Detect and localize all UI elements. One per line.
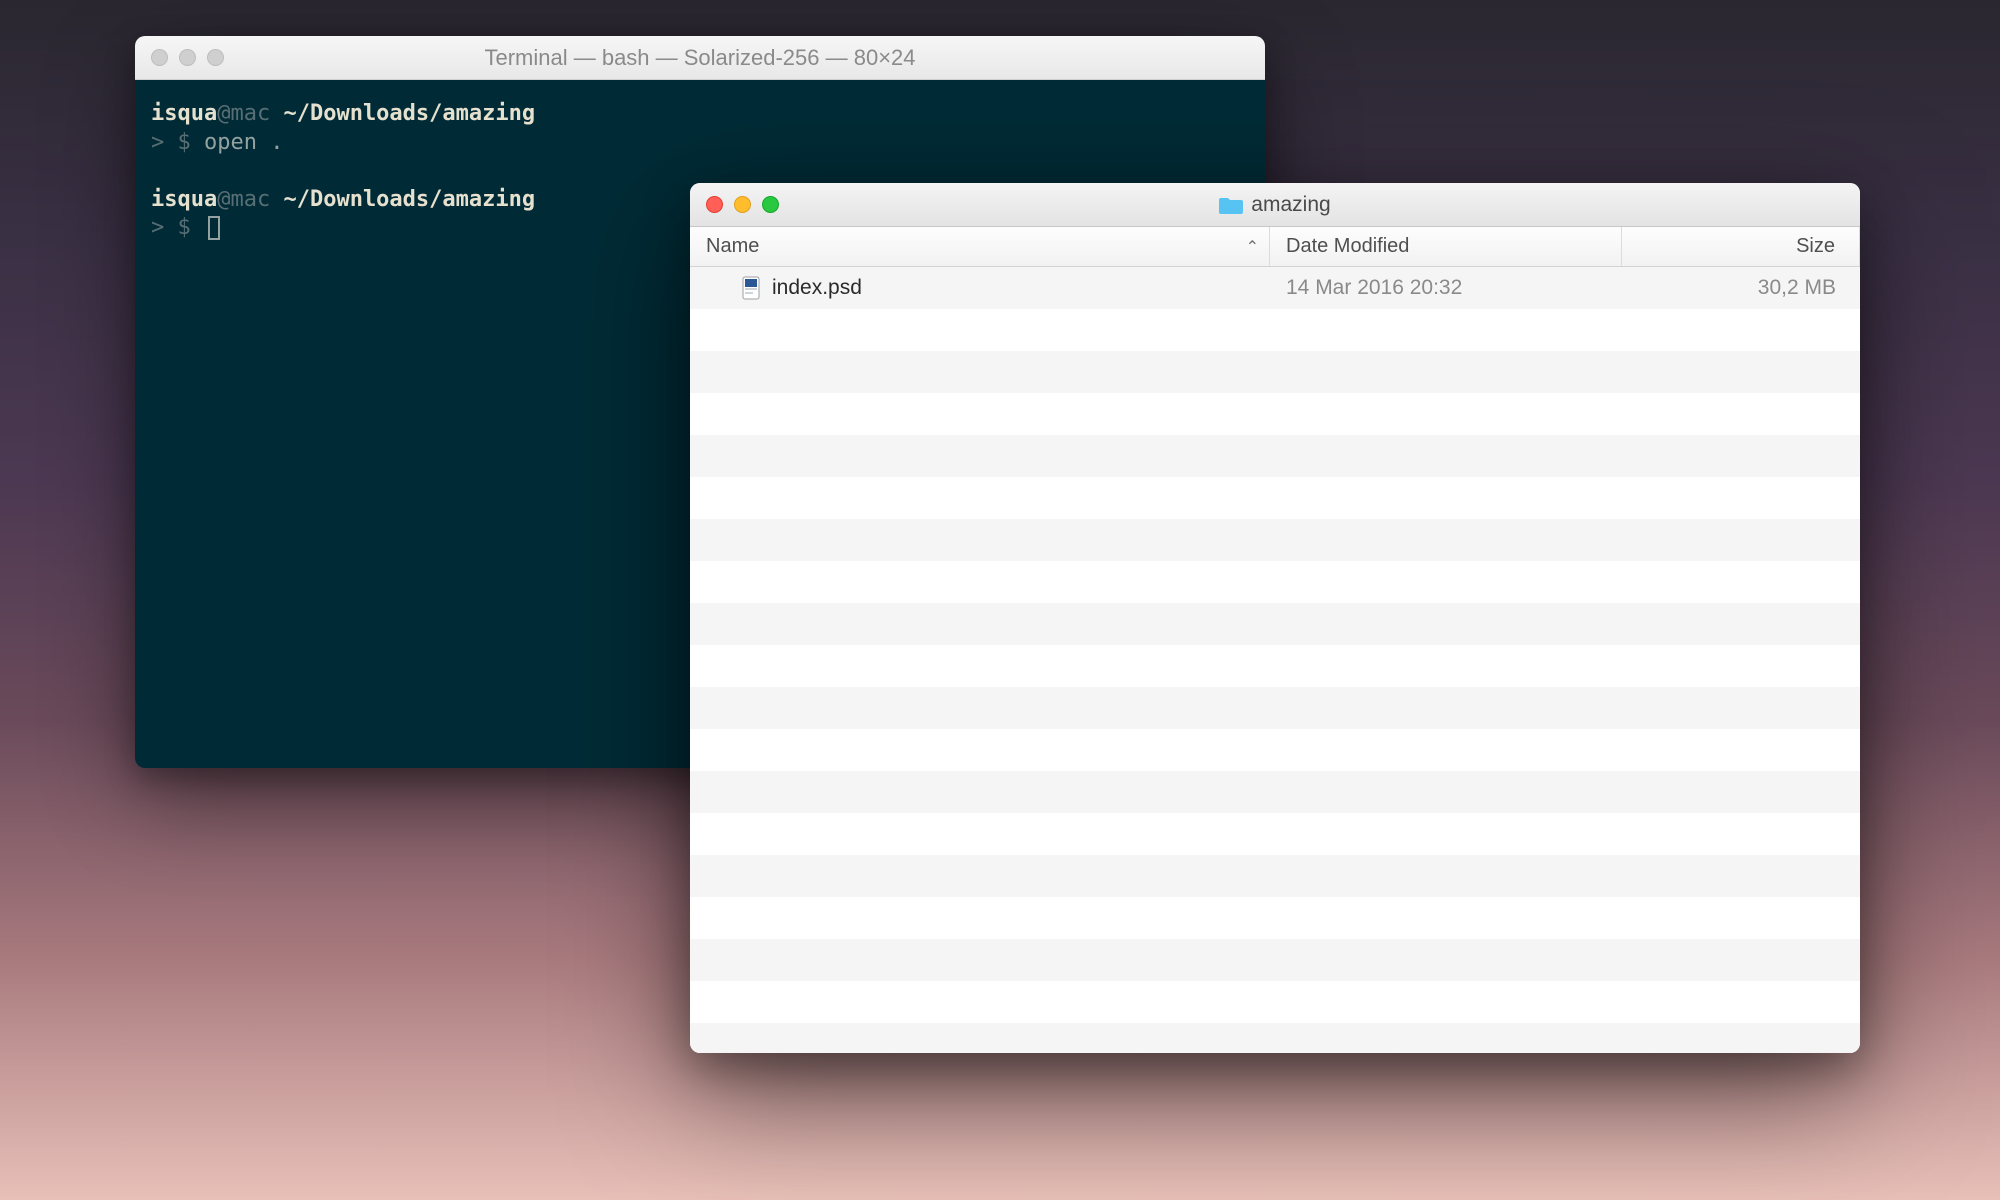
empty-row xyxy=(690,1023,1860,1053)
column-header-name-label: Name xyxy=(706,235,759,258)
prompt-host: mac xyxy=(230,187,283,212)
finder-title-wrap: amazing xyxy=(690,193,1860,217)
file-name: index.psd xyxy=(772,276,862,300)
finder-file-list: index.psd 14 Mar 2016 20:32 30,2 MB xyxy=(690,267,1860,1053)
prompt-host: mac xyxy=(230,101,283,126)
empty-row xyxy=(690,477,1860,519)
column-header-name[interactable]: Name ⌃ xyxy=(690,227,1270,266)
column-header-size-label: Size xyxy=(1796,235,1835,258)
terminal-title: Terminal — bash — Solarized-256 — 80×24 xyxy=(135,45,1265,71)
psd-file-icon xyxy=(742,276,760,300)
file-date-cell: 14 Mar 2016 20:32 xyxy=(1270,276,1622,300)
empty-row xyxy=(690,855,1860,897)
zoom-icon[interactable] xyxy=(207,49,224,66)
empty-row xyxy=(690,435,1860,477)
terminal-prompt-line: isqua@mac ~/Downloads/amazing xyxy=(151,100,1249,129)
terminal-traffic-lights xyxy=(151,49,224,66)
close-icon[interactable] xyxy=(151,49,168,66)
prompt-at: @ xyxy=(217,187,230,212)
column-header-date[interactable]: Date Modified xyxy=(1270,227,1622,266)
finder-titlebar[interactable]: amazing xyxy=(690,183,1860,227)
folder-icon xyxy=(1219,195,1243,215)
column-header-date-label: Date Modified xyxy=(1286,235,1409,258)
empty-row xyxy=(690,519,1860,561)
prompt-at: @ xyxy=(217,101,230,126)
zoom-icon[interactable] xyxy=(762,196,779,213)
prompt-path: ~/Downloads/amazing xyxy=(283,101,535,126)
prompt-user: isqua xyxy=(151,101,217,126)
file-row[interactable]: index.psd 14 Mar 2016 20:32 30,2 MB xyxy=(690,267,1860,309)
empty-row xyxy=(690,561,1860,603)
column-header-size[interactable]: Size xyxy=(1622,227,1860,266)
empty-row xyxy=(690,729,1860,771)
close-icon[interactable] xyxy=(706,196,723,213)
empty-row xyxy=(690,603,1860,645)
empty-row xyxy=(690,309,1860,351)
terminal-command: open . xyxy=(204,130,283,155)
cursor-icon xyxy=(208,216,220,240)
empty-row xyxy=(690,813,1860,855)
empty-row xyxy=(690,351,1860,393)
finder-column-header: Name ⌃ Date Modified Size xyxy=(690,227,1860,267)
empty-row xyxy=(690,393,1860,435)
file-name-cell: index.psd xyxy=(690,276,1270,300)
finder-traffic-lights xyxy=(706,196,779,213)
empty-row xyxy=(690,771,1860,813)
file-size-cell: 30,2 MB xyxy=(1622,276,1860,300)
prompt-user: isqua xyxy=(151,187,217,212)
empty-row xyxy=(690,645,1860,687)
finder-window: amazing Name ⌃ Date Modified Size index.… xyxy=(690,183,1860,1053)
terminal-cmd-line: > $ open . xyxy=(151,129,1249,158)
prompt-symbol: > $ xyxy=(151,215,204,240)
sort-ascending-icon: ⌃ xyxy=(1246,237,1259,257)
empty-row xyxy=(690,981,1860,1023)
minimize-icon[interactable] xyxy=(734,196,751,213)
minimize-icon[interactable] xyxy=(179,49,196,66)
terminal-titlebar[interactable]: Terminal — bash — Solarized-256 — 80×24 xyxy=(135,36,1265,80)
finder-title: amazing xyxy=(1251,193,1330,217)
empty-row xyxy=(690,687,1860,729)
empty-row xyxy=(690,897,1860,939)
terminal-blank xyxy=(151,157,1249,186)
prompt-path: ~/Downloads/amazing xyxy=(283,187,535,212)
prompt-symbol: > $ xyxy=(151,130,204,155)
empty-row xyxy=(690,939,1860,981)
